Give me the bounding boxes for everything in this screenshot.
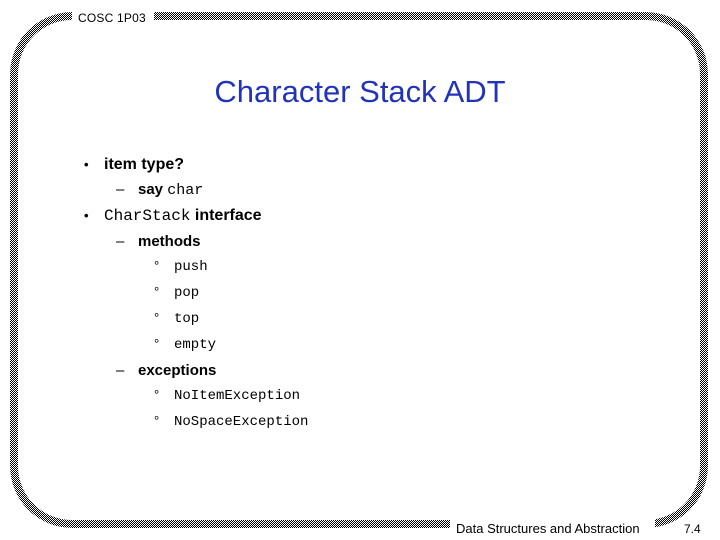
footer-text: Data Structures and Abstraction bbox=[456, 521, 640, 536]
bullet-marker-level-3: ° bbox=[154, 284, 160, 299]
bullet-text: empty bbox=[174, 332, 638, 358]
slide: COSC 1P03 Character Stack ADT • item type… bbox=[0, 0, 720, 540]
text-run: pop bbox=[174, 285, 200, 301]
text-run: item type? bbox=[104, 156, 185, 173]
bullet-text: exceptions bbox=[138, 358, 638, 383]
bullet-item-level-3: ° NoSpaceException bbox=[78, 409, 638, 435]
bullet-marker-level-2: – bbox=[116, 181, 125, 198]
bullet-text: item type? bbox=[104, 152, 638, 177]
bullet-item-level-1: • CharStack interface bbox=[78, 203, 638, 229]
bullet-item-level-2: – say char bbox=[78, 177, 638, 203]
course-header: COSC 1P03 bbox=[78, 11, 146, 25]
bullet-marker-level-1: • bbox=[84, 208, 89, 223]
bullet-item-level-3: ° push bbox=[78, 254, 638, 280]
bullet-item-level-3: ° pop bbox=[78, 280, 638, 306]
slide-body: • item type? – say char • CharStack interface… bbox=[78, 152, 638, 435]
bullet-text: pop bbox=[174, 280, 638, 306]
bullet-item-level-1: • item type? bbox=[78, 152, 638, 177]
bullet-marker-level-3: ° bbox=[154, 413, 160, 428]
bullet-marker-level-1: • bbox=[84, 157, 89, 172]
bullet-item-level-3: ° top bbox=[78, 306, 638, 332]
text-run: exceptions bbox=[138, 362, 217, 379]
bullet-marker-level-3: ° bbox=[154, 310, 160, 325]
bullet-text: top bbox=[174, 306, 638, 332]
bullet-text: NoSpaceException bbox=[174, 409, 638, 435]
bullet-item-level-2: – exceptions bbox=[78, 358, 638, 383]
bullet-marker-level-2: – bbox=[116, 233, 125, 250]
bullet-text: say char bbox=[138, 177, 638, 203]
bullet-text: methods bbox=[138, 229, 638, 254]
text-run: empty bbox=[174, 337, 217, 353]
bullet-text: CharStack interface bbox=[104, 203, 638, 229]
text-run: char bbox=[167, 182, 204, 199]
text-run: CharStack bbox=[104, 207, 191, 225]
text-run: say bbox=[138, 181, 168, 198]
bullet-marker-level-3: ° bbox=[154, 387, 160, 402]
bullet-text: NoItemException bbox=[174, 383, 638, 409]
slide-number: 7.4 bbox=[684, 522, 701, 536]
bullet-marker-level-3: ° bbox=[154, 336, 160, 351]
bullet-item-level-3: ° empty bbox=[78, 332, 638, 358]
text-run: top bbox=[174, 311, 200, 327]
bullet-text: push bbox=[174, 254, 638, 280]
bullet-marker-level-2: – bbox=[116, 362, 125, 379]
bullet-marker-level-3: ° bbox=[154, 258, 160, 273]
text-run: interface bbox=[190, 207, 262, 224]
slide-title: Character Stack ADT bbox=[214, 74, 506, 109]
text-run: NoItemException bbox=[174, 388, 301, 404]
text-run: NoSpaceException bbox=[174, 414, 309, 430]
text-run: push bbox=[174, 259, 208, 275]
text-run: methods bbox=[138, 233, 201, 250]
bullet-item-level-3: ° NoItemException bbox=[78, 383, 638, 409]
bullet-item-level-2: – methods bbox=[78, 229, 638, 254]
